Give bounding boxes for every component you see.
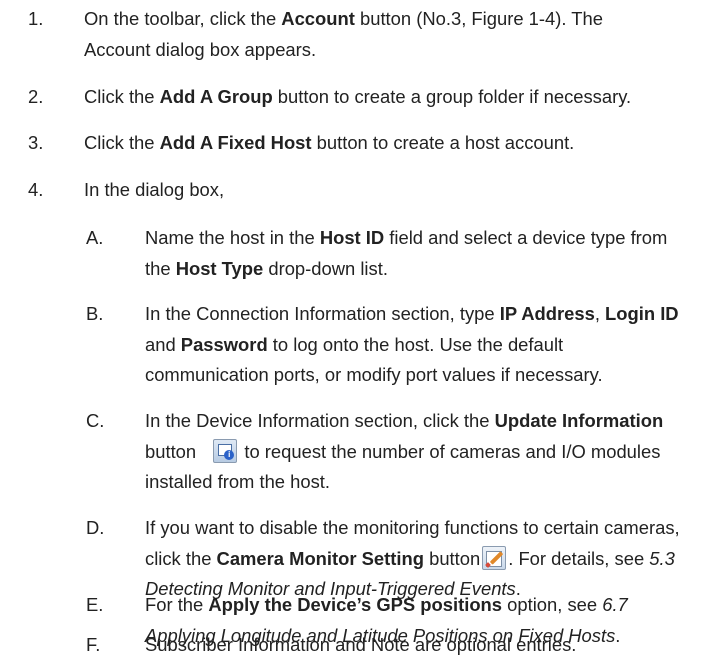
step-number: 4. xyxy=(28,179,44,200)
substep-text: In the Device Information section, click… xyxy=(145,410,664,492)
host-id-label: Host ID xyxy=(319,227,385,248)
host-type-label: Host Type xyxy=(175,257,264,279)
substep-letter: C. xyxy=(86,410,105,431)
substep-letter: B. xyxy=(86,303,104,324)
substep-letter: A. xyxy=(86,227,104,248)
camera-monitor-setting-label: Camera Monitor Setting xyxy=(216,547,424,569)
substep-letter: D. xyxy=(86,517,105,538)
step-text: Click the Add A Group button to create a… xyxy=(84,86,632,107)
substep-letter: F. xyxy=(86,634,101,655)
account-button-label: Account xyxy=(281,8,355,29)
step-text: On the toolbar, click the Account button… xyxy=(84,8,603,60)
substep-text: Name the host in the Host ID field and s… xyxy=(145,227,668,279)
substep-letter: E. xyxy=(86,594,104,615)
add-group-button-label: Add A Group xyxy=(159,86,273,107)
update-information-icon: i xyxy=(213,438,238,463)
add-fixed-host-button-label: Add A Fixed Host xyxy=(159,132,312,153)
section-reference: 6.7 xyxy=(602,594,628,615)
step-text: Click the Add A Fixed Host button to cre… xyxy=(84,132,575,153)
camera-monitor-setting-icon xyxy=(482,545,507,570)
substep-text: In the Connection Information section, t… xyxy=(145,303,679,385)
password-label: Password xyxy=(180,333,268,355)
step-number: 2. xyxy=(28,86,44,107)
ip-address-label: IP Address xyxy=(499,303,595,324)
section-reference: 5.3 xyxy=(649,547,675,569)
substep-text: Subscriber Information and Note are opti… xyxy=(145,634,577,655)
instruction-document: 1. On the toolbar, click the Account but… xyxy=(0,0,720,661)
step-text: In the dialog box, xyxy=(84,179,225,200)
update-information-label: Update Information xyxy=(494,410,664,431)
login-id-label: Login ID xyxy=(605,303,679,324)
step-number: 3. xyxy=(28,132,44,153)
step-number: 1. xyxy=(28,8,44,29)
gps-option-label: Apply the Device’s GPS positions xyxy=(208,594,503,615)
